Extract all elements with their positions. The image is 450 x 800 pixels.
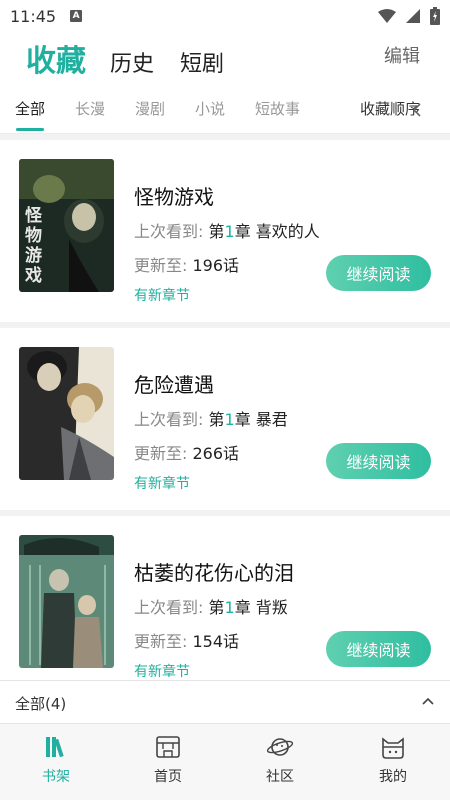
last-read-info: 上次看到: 第1章 背叛 [134, 594, 288, 618]
notification-icon: A [70, 10, 83, 22]
book-cover[interactable] [19, 347, 114, 480]
chapter-title: 章 背叛 [234, 598, 288, 617]
battery-icon [430, 7, 440, 25]
active-tab-indicator [16, 128, 44, 131]
nav-home[interactable]: 首页 [138, 734, 198, 786]
bottom-nav: 书架 首页 社区 我的 [0, 724, 450, 800]
update-value: 196话 [192, 256, 240, 275]
update-value: 266话 [192, 444, 240, 463]
update-value: 154话 [192, 632, 240, 651]
chapter-title: 章 暴君 [234, 410, 288, 429]
bookshelf-icon [46, 737, 64, 758]
nav-community[interactable]: 社区 [250, 734, 310, 786]
nav-bookshelf[interactable]: 书架 [26, 734, 86, 786]
continue-reading-button[interactable]: 继续阅读 [326, 631, 431, 667]
new-chapter-badge: 有新章节 [134, 476, 190, 492]
summary-count: 全部(4) [15, 695, 67, 713]
summary-bar[interactable]: 全部(4) [0, 680, 450, 724]
nav-label: 书架 [42, 769, 70, 785]
nav-label: 首页 [154, 769, 182, 785]
home-icon [156, 736, 180, 758]
subtab-novel[interactable]: 小说 [195, 98, 225, 119]
tab-short-drama[interactable]: 短剧 [180, 46, 224, 78]
subtab-short-story[interactable]: 短故事 [255, 98, 300, 119]
chapter-number: 1 [224, 598, 235, 617]
chapter-prefix: 第 [208, 410, 225, 429]
subtab-long-comics[interactable]: 长漫 [75, 98, 105, 119]
status-time: 11:45 [10, 6, 57, 26]
book-title: 怪物游戏 [134, 185, 214, 209]
tab-favorites[interactable]: 收藏 [26, 36, 86, 80]
sort-order-button[interactable]: 收藏顺序 [360, 98, 420, 119]
svg-text:物: 物 [25, 225, 42, 246]
status-icons [378, 7, 440, 25]
last-read-label: 上次看到: [134, 410, 204, 429]
new-chapter-badge: 有新章节 [134, 664, 190, 680]
continue-reading-button[interactable]: 继续阅读 [326, 255, 431, 291]
update-label: 更新至: [134, 256, 188, 275]
chapter-title: 章 喜欢的人 [234, 222, 320, 241]
svg-text:游: 游 [25, 245, 42, 266]
new-chapter-badge: 有新章节 [134, 288, 190, 304]
book-title: 危险遭遇 [134, 373, 214, 397]
chapter-prefix: 第 [208, 222, 225, 241]
signal-icon [406, 9, 420, 23]
wifi-icon [378, 9, 396, 23]
update-label: 更新至: [134, 444, 188, 463]
favorites-list: 怪 物 游 戏 怪物游戏 上次看到: 第1章 喜欢的人 更新至: 196话 有新… [0, 140, 450, 680]
book-title: 枯萎的花伤心的泪 [134, 561, 294, 585]
cat-icon [382, 737, 404, 759]
update-info: 更新至: 266话 [134, 440, 239, 464]
list-item[interactable]: 枯萎的花伤心的泪 上次看到: 第1章 背叛 更新至: 154话 有新章节 继续阅… [0, 516, 450, 680]
last-read-info: 上次看到: 第1章 喜欢的人 [134, 218, 320, 242]
subtab-all[interactable]: 全部 [15, 98, 45, 119]
list-item[interactable]: 怪 物 游 戏 怪物游戏 上次看到: 第1章 喜欢的人 更新至: 196话 有新… [0, 140, 450, 322]
update-label: 更新至: [134, 632, 188, 651]
chapter-number: 1 [224, 410, 235, 429]
nav-profile[interactable]: 我的 [363, 734, 423, 786]
subtab-comic-drama[interactable]: 漫剧 [135, 98, 165, 119]
update-info: 更新至: 154话 [134, 628, 239, 652]
chapter-number: 1 [224, 222, 235, 241]
chevron-left-icon[interactable] [412, 102, 422, 118]
last-read-label: 上次看到: [134, 598, 204, 617]
status-bar: 11:45 A [0, 0, 450, 32]
planet-icon [266, 738, 294, 756]
category-tabs: 全部 长漫 漫剧 小说 短故事 收藏顺序 [0, 90, 450, 134]
nav-label: 社区 [266, 769, 294, 785]
chevron-up-icon[interactable] [420, 693, 436, 709]
tab-history[interactable]: 历史 [110, 46, 154, 78]
chapter-prefix: 第 [208, 598, 225, 617]
last-read-label: 上次看到: [134, 222, 204, 241]
last-read-info: 上次看到: 第1章 暴君 [134, 406, 288, 430]
svg-text:怪: 怪 [25, 205, 43, 226]
continue-reading-button[interactable]: 继续阅读 [326, 443, 431, 479]
edit-button[interactable]: 编辑 [384, 42, 420, 68]
svg-text:戏: 戏 [24, 265, 42, 286]
list-item[interactable]: 危险遭遇 上次看到: 第1章 暴君 更新至: 266话 有新章节 继续阅读 [0, 328, 450, 510]
book-cover[interactable] [19, 535, 114, 668]
update-info: 更新至: 196话 [134, 252, 239, 276]
book-cover[interactable]: 怪 物 游 戏 [19, 159, 114, 292]
top-header: 收藏 历史 短剧 编辑 [0, 32, 450, 90]
nav-label: 我的 [379, 769, 407, 785]
